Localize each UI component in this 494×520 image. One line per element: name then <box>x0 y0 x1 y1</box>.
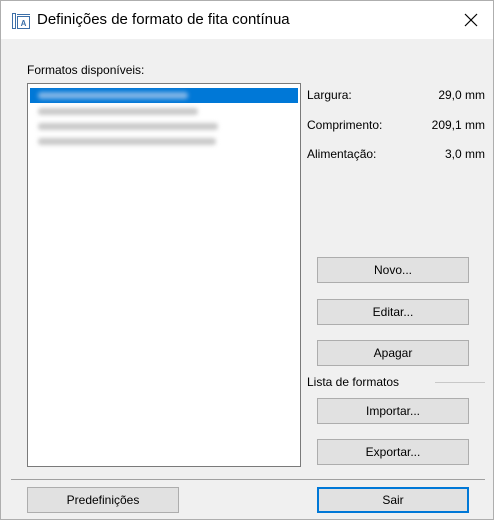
feed-label: Alimentação: <box>307 147 377 161</box>
close-icon <box>464 13 478 27</box>
length-value: 209,1 mm <box>431 118 485 132</box>
export-button[interactable]: Exportar... <box>317 439 469 465</box>
exit-button[interactable]: Sair <box>317 487 469 513</box>
list-item[interactable] <box>30 134 298 149</box>
svg-text:A: A <box>21 19 27 28</box>
width-value: 29,0 mm <box>438 88 485 102</box>
formats-listbox[interactable] <box>27 83 301 467</box>
list-item-selected[interactable] <box>30 88 298 103</box>
blurred-format-name <box>38 108 198 115</box>
dialog-window: A Definições de formato de fita contínua… <box>0 0 494 520</box>
title-bar: A Definições de formato de fita contínua <box>1 1 493 39</box>
import-button[interactable]: Importar... <box>317 398 469 424</box>
available-formats-label: Formatos disponíveis: <box>27 63 145 77</box>
list-item[interactable] <box>30 104 298 119</box>
tape-format-icon: A <box>12 13 30 29</box>
width-label: Largura: <box>307 88 352 102</box>
footer-separator <box>11 479 485 480</box>
edit-button[interactable]: Editar... <box>317 299 469 325</box>
group-divider <box>435 382 485 383</box>
feed-value: 3,0 mm <box>444 147 485 161</box>
presets-button[interactable]: Predefinições <box>27 487 179 513</box>
blurred-format-name <box>38 92 188 99</box>
length-label: Comprimento: <box>307 118 383 132</box>
delete-button[interactable]: Apagar <box>317 340 469 366</box>
new-button[interactable]: Novo... <box>317 257 469 283</box>
close-button[interactable] <box>451 5 491 35</box>
list-item[interactable] <box>30 119 298 134</box>
format-list-group-label: Lista de formatos <box>307 375 400 389</box>
blurred-format-name <box>38 138 216 145</box>
window-title: Definições de formato de fita contínua <box>37 11 290 28</box>
blurred-format-name <box>38 123 218 130</box>
